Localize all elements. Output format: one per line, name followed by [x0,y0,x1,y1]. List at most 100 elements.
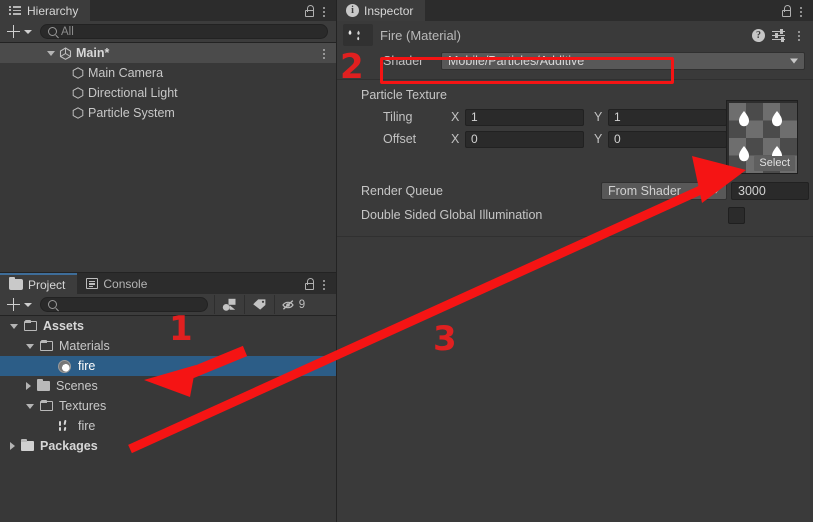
offset-x-input[interactable]: 0 [465,130,584,148]
shader-value: Mobile/Particles/Additive [448,54,585,68]
offset-y-axis-label: Y [594,132,603,146]
kebab-menu-icon[interactable] [793,27,805,43]
tabbar-spacer [159,273,303,294]
lock-icon[interactable] [780,4,793,18]
material-title: Fire (Material) [380,27,461,43]
render-queue-label: Render Queue [361,184,444,198]
folder-icon [9,276,23,290]
inspector-tabbar: i Inspector [337,0,813,21]
double-sided-gi-checkbox[interactable] [728,207,745,224]
tab-console[interactable]: Console [77,273,159,294]
folder-open-icon [40,399,53,411]
preset-settings-icon[interactable] [772,28,786,42]
project-item-fire-texture[interactable]: fire [0,416,336,436]
hierarchy-search-input[interactable]: All [40,24,328,39]
plus-icon [7,25,20,38]
search-icon [48,27,57,36]
project-search-input[interactable] [40,297,208,312]
project-panel: Project Console 9 Assets Materials fire … [0,272,336,522]
chevron-down-icon[interactable] [47,50,55,56]
project-item-label: Scenes [56,379,98,393]
project-item-packages[interactable]: Packages [0,436,336,456]
hierarchy-search-placeholder: All [61,25,74,38]
gameobject-icon [72,87,84,99]
folder-icon [37,378,50,391]
search-icon [48,300,57,309]
project-item-materials[interactable]: Materials [0,336,336,356]
shader-dropdown[interactable]: Mobile/Particles/Additive [441,52,805,70]
scene-kebab-menu-icon[interactable] [318,45,330,61]
gameobject-icon [72,67,84,79]
project-item-fire-material[interactable]: fire [0,356,336,376]
render-queue-row: Render Queue From Shader 3000 [337,180,813,204]
project-item-label: Packages [40,439,98,453]
offset-label: Offset [383,132,417,146]
chevron-down-icon[interactable] [26,343,34,349]
hierarchy-item-particle-system[interactable]: Particle System [0,103,336,123]
help-icon[interactable]: ? [752,28,765,42]
kebab-menu-icon[interactable] [318,276,330,292]
inspector-body: Fire (Material) ? Shader Mobile/Particle… [337,21,813,522]
lock-icon[interactable] [303,277,316,291]
hidden-packages-button[interactable]: 9 [274,295,312,314]
hierarchy-tree: Main* Main Camera Directional Light Part… [0,43,336,272]
render-queue-value-input[interactable]: 3000 [731,182,809,200]
unity-editor-window: Hierarchy All Main* Main Camera Directio… [0,0,813,522]
project-add-button[interactable] [0,298,40,311]
project-tabbar: Project Console [0,273,336,294]
chevron-down-icon[interactable] [26,403,34,409]
hierarchy-item-main-scene[interactable]: Main* [0,43,336,63]
tab-project[interactable]: Project [0,273,78,294]
filter-by-type-button[interactable] [214,295,244,314]
chevron-down-icon [712,188,720,194]
tiling-y-input[interactable]: 1 [608,108,727,126]
tab-hierarchy[interactable]: Hierarchy [0,0,91,21]
tiling-x-input[interactable]: 1 [465,108,584,126]
chevron-right-icon[interactable] [10,442,15,450]
plus-icon [7,298,20,311]
chevron-right-icon[interactable] [26,382,31,390]
eye-crossed-icon: 9 [282,299,305,311]
project-item-label: Textures [59,399,107,413]
lock-icon[interactable] [303,4,316,18]
project-item-scenes[interactable]: Scenes [0,376,336,396]
select-texture-button[interactable]: Select [754,156,795,171]
folder-open-icon [40,339,53,351]
hierarchy-panel: Hierarchy All Main* Main Camera Directio… [0,0,336,272]
kebab-menu-icon[interactable] [318,3,330,19]
double-sided-gi-label: Double Sided Global Illumination [361,208,543,222]
project-item-label: Assets [43,319,84,333]
project-item-label: fire [78,419,96,433]
project-tree: Assets Materials fire Scenes Textures fi… [0,316,336,522]
project-item-textures[interactable]: Textures [0,396,336,416]
project-item-assets[interactable]: Assets [0,316,336,336]
project-toolbar: 9 [0,294,336,316]
hierarchy-item-label: Main Camera [88,66,164,80]
filter-by-label-button[interactable] [244,295,274,314]
kebab-menu-icon[interactable] [795,3,807,19]
chevron-down-icon [24,29,32,34]
hierarchy-item-directional-light[interactable]: Directional Light [0,83,336,103]
hidden-packages-count: 9 [298,298,306,311]
render-queue-mode-dropdown[interactable]: From Shader [601,182,727,200]
console-icon [86,278,99,289]
gameobject-icon [72,107,84,119]
offset-y-input[interactable]: 0 [608,130,727,148]
tiling-label: Tiling [383,110,413,124]
tab-inspector[interactable]: i Inspector [337,0,426,21]
render-queue-mode-value: From Shader [608,184,681,198]
hierarchy-list-icon [9,5,22,16]
label-tag-icon [252,298,267,311]
tabbar-spacer [425,0,780,21]
particle-texture-slot[interactable]: Select [726,100,798,174]
offset-x-axis-label: X [451,132,460,146]
project-item-label: Materials [59,339,110,353]
hierarchy-item-label: Main* [76,46,110,60]
material-preview-thumbnail[interactable] [343,24,373,46]
hierarchy-item-main-camera[interactable]: Main Camera [0,63,336,83]
hierarchy-add-button[interactable] [0,25,40,38]
tab-inspector-label: Inspector [364,3,414,18]
render-queue-label-wrap: Render Queue [337,180,443,202]
chevron-down-icon[interactable] [10,323,18,329]
asset-type-filter-icon [222,298,237,312]
